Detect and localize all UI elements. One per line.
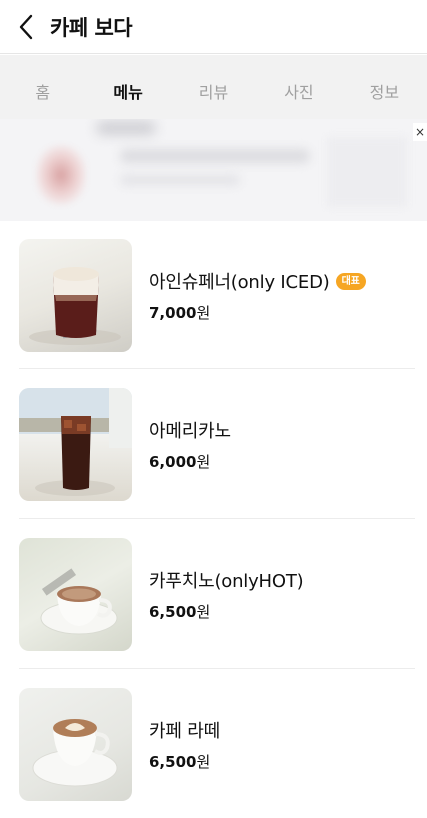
menu-item[interactable]: 카푸치노(onlyHOT) 6,500원 (19, 519, 415, 669)
page-title: 카페 보다 (50, 15, 133, 40)
menu-info: 아메리카노 6,000원 (149, 417, 231, 472)
cappuccino-photo (19, 538, 132, 651)
menu-price: 7,000원 (149, 302, 366, 323)
ad-banner[interactable]: × (0, 119, 427, 221)
iced-americano-photo (19, 388, 132, 501)
ad-close-button[interactable]: × (413, 123, 427, 141)
menu-name: 카푸치노(onlyHOT) (149, 571, 304, 592)
price-unit: 원 (196, 603, 211, 621)
menu-price: 6,500원 (149, 601, 303, 622)
menu-item[interactable]: 아인슈페너(only ICED) 대표 7,000원 (19, 221, 415, 369)
app-screen: 카페 보다 홈 메뉴 리뷰 사진 정보 × 아인슈페너(only ICED) 대… (0, 0, 427, 818)
cafe-latte-photo (19, 688, 132, 801)
iced-einspanner-photo (19, 239, 132, 352)
menu-info: 카페 라떼 6,500원 (149, 717, 220, 772)
chevron-left-icon (19, 14, 33, 39)
tab-home[interactable]: 홈 (0, 79, 85, 103)
price-unit: 원 (196, 453, 211, 471)
menu-info: 카푸치노(onlyHOT) 6,500원 (149, 567, 304, 622)
ad-blurred-image (327, 137, 407, 207)
price-value: 7,000 (149, 304, 197, 322)
price-unit: 원 (196, 304, 211, 322)
menu-name-row: 카푸치노(onlyHOT) (149, 567, 304, 593)
signature-badge: 대표 (335, 272, 366, 290)
price-value: 6,500 (149, 603, 197, 621)
menu-item[interactable]: 아메리카노 6,000원 (19, 369, 415, 519)
menu-price: 6,000원 (149, 451, 231, 472)
menu-info: 아인슈페너(only ICED) 대표 7,000원 (149, 268, 366, 323)
ad-blurred-text (120, 175, 240, 185)
menu-name-row: 아메리카노 (149, 417, 231, 443)
price-unit: 원 (196, 753, 211, 771)
header: 카페 보다 (0, 0, 427, 54)
menu-name: 카페 라떼 (149, 721, 220, 742)
menu-name-row: 아인슈페너(only ICED) 대표 (149, 268, 366, 294)
tab-photos[interactable]: 사진 (256, 79, 341, 103)
menu-name-row: 카페 라떼 (149, 717, 220, 743)
menu-list: 아인슈페너(only ICED) 대표 7,000원 아메리카노 6,000원 … (0, 221, 427, 818)
menu-name: 아메리카노 (149, 421, 231, 442)
menu-price: 6,500원 (149, 751, 220, 772)
tab-menu[interactable]: 메뉴 (85, 79, 170, 103)
ad-blurred-image (36, 145, 86, 205)
back-button[interactable] (12, 7, 40, 47)
ad-blurred-text (120, 149, 310, 163)
tab-info[interactable]: 정보 (342, 79, 427, 103)
tab-bar: 홈 메뉴 리뷰 사진 정보 (0, 55, 427, 119)
ad-blurred-text (96, 121, 156, 135)
price-value: 6,500 (149, 753, 197, 771)
menu-name: 아인슈페너(only ICED) (149, 272, 330, 293)
menu-item[interactable]: 카페 라떼 6,500원 (19, 669, 415, 818)
price-value: 6,000 (149, 453, 197, 471)
tab-reviews[interactable]: 리뷰 (171, 79, 256, 103)
